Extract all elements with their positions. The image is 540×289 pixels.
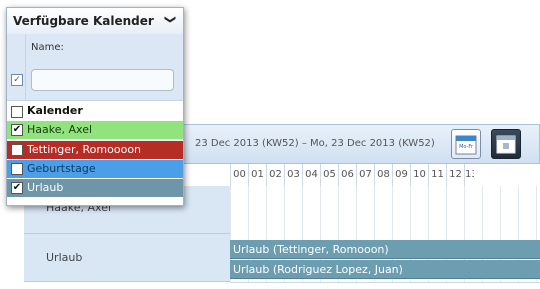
hour-cell: 03 (284, 164, 302, 186)
calendar-day-icon (496, 135, 516, 154)
row-label-text: Urlaub (46, 251, 83, 264)
name-filter-input[interactable] (31, 69, 174, 91)
hour-cell: 02 (266, 164, 284, 186)
hour-cell: 07 (356, 164, 374, 186)
week-view-button[interactable]: Mo-Fr (451, 129, 481, 159)
event-urlaub-tettinger[interactable]: Urlaub (Tettinger, Romooon) (230, 240, 540, 259)
calendar-checkbox[interactable] (11, 144, 23, 156)
calendar-item-label: Urlaub (27, 181, 64, 194)
hour-cell: 06 (338, 164, 356, 186)
calendar-checkbox[interactable] (11, 163, 23, 175)
calendar-item-haake[interactable]: ✔ Haake, Axel (7, 121, 183, 139)
calendar-checkbox[interactable]: ✔ (11, 124, 23, 136)
name-header-label: Name: (31, 42, 64, 53)
hour-cell: 04 (302, 164, 320, 186)
calendars-header: Kalender (7, 102, 183, 120)
calendars-header-checkbox[interactable] (11, 106, 23, 118)
hour-header: 0001020304050607080910111213 (230, 164, 474, 186)
panel-title: Verfügbare Kalender (13, 14, 154, 28)
event-urlaub-rodriguez[interactable]: Urlaub (Rodriguez Lopez, Juan) (230, 260, 540, 279)
hour-cell: 11 (428, 164, 446, 186)
calendar-item-label: Geburtstage (27, 162, 96, 175)
hour-cell: 00 (230, 164, 248, 186)
calendar-checkbox[interactable]: ✔ (11, 182, 23, 194)
hour-cell: 13 (464, 164, 474, 186)
filter-row: ✓ (7, 62, 183, 101)
hour-cell: 01 (248, 164, 266, 186)
hour-cell: 05 (320, 164, 338, 186)
calendar-week-icon: Mo-Fr (455, 135, 477, 155)
name-column-header[interactable]: Name: (7, 34, 183, 63)
calendar-item-label: Tettinger, Romoooon (27, 143, 142, 156)
row-label-urlaub: Urlaub (24, 234, 230, 282)
calendars-header-label: Kalender (27, 104, 83, 117)
date-range-label: 23 Dec 2013 (KW52) – Mo, 23 Dec 2013 (KW… (195, 138, 435, 149)
week-view-text: Mo-Fr (459, 144, 474, 150)
chevron-down-icon[interactable]: ❯ (164, 15, 177, 24)
calendar-item-label: Haake, Axel (27, 123, 93, 136)
checkbox-column (7, 34, 26, 100)
day-view-button[interactable] (491, 129, 521, 159)
calendar-item-urlaub[interactable]: ✔ Urlaub (7, 179, 183, 197)
panel-header[interactable]: Verfügbare Kalender ❯ (7, 8, 183, 35)
calendar-item-geburtstage[interactable]: Geburtstage (7, 160, 183, 178)
hour-cell: 08 (374, 164, 392, 186)
calendar-item-tettinger[interactable]: Tettinger, Romoooon (7, 141, 183, 159)
hour-cell: 09 (392, 164, 410, 186)
available-calendars-panel: Verfügbare Kalender ❯ Name: ✓ Kalender ✔… (6, 7, 184, 206)
hour-cell: 10 (410, 164, 428, 186)
hour-cell: 12 (446, 164, 464, 186)
